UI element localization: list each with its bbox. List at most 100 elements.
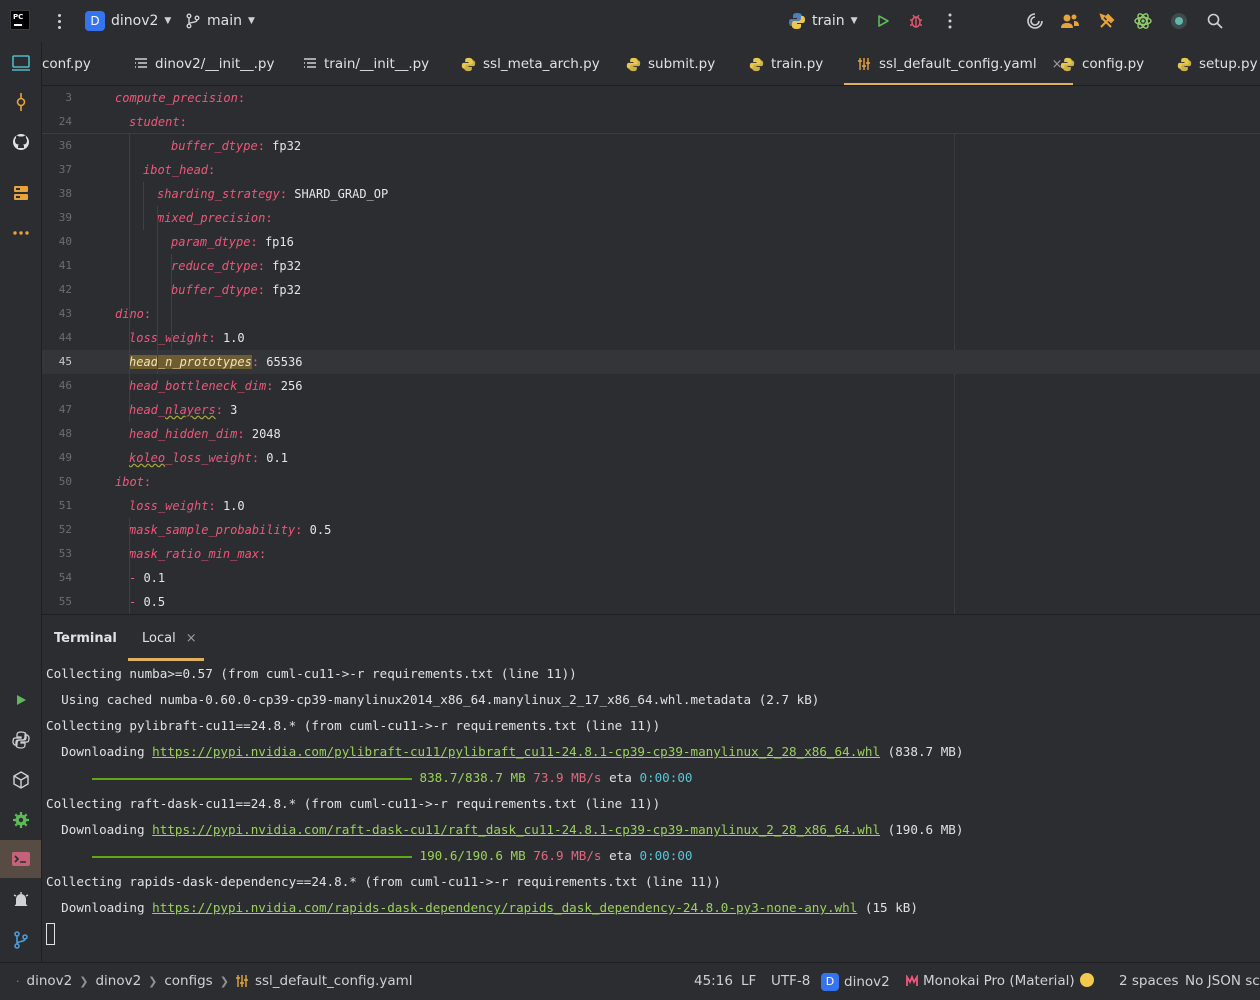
code-line[interactable]: 24 student: — [42, 110, 1260, 134]
code-line[interactable]: 51 loss_weight: 1.0 — [42, 494, 1260, 518]
yaml-value: fp32 — [272, 283, 302, 297]
project-view-icon[interactable] — [9, 51, 33, 75]
download-speed: 76.9 MB/s — [533, 848, 602, 863]
tab-dinov2-init-py[interactable]: dinov2/__init__.py — [134, 42, 274, 85]
status-dot-icon[interactable] — [1080, 973, 1094, 987]
terminal-line: Downloading https://pypi.nvidia.com/raft… — [46, 817, 963, 843]
breadcrumb-item[interactable]: dinov2 — [27, 973, 73, 989]
code-line[interactable]: 40 param_dtype: fp16 — [42, 230, 1260, 254]
breadcrumb-item[interactable]: dinov2 — [95, 973, 141, 989]
breadcrumb-item[interactable]: configs — [164, 973, 212, 989]
code-text: sharding_strategy: SHARD_GRAD_OP — [157, 182, 388, 206]
python-icon — [461, 57, 476, 72]
status-indicator-icon[interactable] — [1168, 10, 1190, 32]
colon: : — [143, 475, 152, 489]
code-editor[interactable]: 3 compute_precision: 24 student: 36 buffer_dt… — [42, 86, 1260, 614]
code-with-me-icon[interactable] — [1059, 10, 1081, 32]
code-line[interactable]: 49 koleo_loss_weight: 0.1 — [42, 446, 1260, 470]
colon: : — [257, 283, 265, 297]
run-tool-icon[interactable] — [9, 688, 33, 712]
yaml-key: koleo_loss_weight — [129, 451, 252, 465]
tab-ssl-default-config-yaml[interactable]: ssl_default_config.yaml × — [844, 42, 1072, 85]
code-line[interactable]: 38 sharding_strategy: SHARD_GRAD_OP — [42, 182, 1260, 206]
notifications-icon[interactable] — [9, 888, 33, 912]
run-icon[interactable] — [872, 10, 894, 32]
download-size: (190.6 MB) — [880, 822, 964, 837]
tab-ssl-meta-arch-py[interactable]: ssl_meta_arch.py — [461, 42, 600, 85]
python-packages-icon[interactable] — [9, 768, 33, 792]
theme-selector[interactable]: Monokai Pro (Material) — [906, 973, 1075, 989]
code-line[interactable]: 41 reduce_dtype: fp32 — [42, 254, 1260, 278]
project-selector[interactable]: D dinov2 ▼ — [85, 11, 171, 31]
breadcrumb-item[interactable]: ssl_default_config.yaml — [255, 973, 413, 989]
run-config-selector[interactable]: train ▼ — [788, 11, 858, 31]
main-menu-icon[interactable] — [54, 11, 64, 31]
interpreter-selector[interactable]: D dinov2 — [821, 973, 890, 991]
code-line[interactable]: 36 buffer_dtype: fp32 — [42, 134, 1260, 158]
yaml-key: buffer_dtype — [171, 139, 258, 153]
close-icon[interactable]: × — [186, 631, 197, 646]
tab-train-py[interactable]: train.py — [749, 42, 823, 85]
yaml-value: 1.0 — [222, 499, 245, 513]
python-console-icon[interactable] — [9, 728, 33, 752]
line-number: 37 — [58, 163, 72, 176]
download-link[interactable]: https://pypi.nvidia.com/pylibraft-cu11/p… — [152, 744, 880, 759]
code-line[interactable]: 37 ibot_head: — [42, 158, 1260, 182]
code-line[interactable]: 3 compute_precision: — [42, 86, 1260, 110]
code-line[interactable]: 50 ibot: — [42, 470, 1260, 494]
yaml-key: ibot — [115, 475, 144, 489]
debug-icon[interactable] — [905, 10, 927, 32]
indent-setting[interactable]: 2 spaces — [1119, 973, 1179, 989]
download-link[interactable]: https://pypi.nvidia.com/rapids-dask-depe… — [152, 900, 857, 915]
code-line[interactable]: 55 - 0.5 — [42, 590, 1260, 614]
code-line[interactable]: 46 head_bottleneck_dim: 256 — [42, 374, 1260, 398]
code-line[interactable]: 42 buffer_dtype: fp32 — [42, 278, 1260, 302]
atom-plugin-icon[interactable] — [1132, 10, 1154, 32]
tab-submit-py[interactable]: submit.py — [626, 42, 715, 85]
code-line[interactable]: 39 mixed_precision: — [42, 206, 1260, 230]
pycharm-logo-icon[interactable]: PC — [10, 10, 30, 30]
terminal-line: Collecting rapids-dask-dependency==24.8.… — [46, 874, 721, 889]
progress-amount: 190.6/190.6 MB — [419, 848, 526, 863]
terminal-tool-icon[interactable] — [0, 840, 41, 878]
search-icon[interactable] — [1204, 10, 1226, 32]
code-line[interactable]: 47 head_nlayers: 3 — [42, 398, 1260, 422]
code-line[interactable]: 48 head_hidden_dim: 2048 — [42, 422, 1260, 446]
tab-train-init-py[interactable]: train/__init__.py — [303, 42, 429, 85]
project-badge: D — [85, 11, 105, 31]
github-icon[interactable] — [9, 130, 33, 154]
tab-setup-py[interactable]: setup.py — [1177, 42, 1258, 85]
code-line[interactable]: 45 head_n_prototypes: 65536 — [42, 350, 1260, 374]
code-line[interactable]: 43 dino: — [42, 302, 1260, 326]
code-line[interactable]: 52 mask_sample_probability: 0.5 — [42, 518, 1260, 542]
terminal-tab-local[interactable]: Local × — [142, 631, 197, 646]
database-tool-icon[interactable] — [9, 181, 33, 205]
build-tools-icon[interactable] — [1096, 10, 1118, 32]
download-link[interactable]: https://pypi.nvidia.com/raft-dask-cu11/r… — [152, 822, 880, 837]
line-number: 40 — [58, 235, 72, 248]
more-options-icon[interactable] — [939, 10, 961, 32]
commit-icon[interactable] — [9, 90, 33, 114]
code-text: buffer_dtype: fp32 — [171, 134, 301, 158]
line-number: 44 — [58, 331, 72, 344]
ai-assistant-icon[interactable] — [1024, 10, 1046, 32]
terminal-panel[interactable]: Terminal Local × Collecting numba>=0.57 (… — [42, 614, 1260, 962]
file-encoding[interactable]: UTF-8 — [771, 973, 810, 989]
yaml-icon — [235, 975, 248, 987]
code-line[interactable]: 54 - 0.1 — [42, 566, 1260, 590]
tab-conf-py[interactable]: conf.py — [42, 42, 91, 85]
services-gear-icon[interactable] — [9, 808, 33, 832]
line-number: 39 — [58, 211, 72, 224]
line-separator[interactable]: LF — [741, 973, 756, 989]
more-tools-icon[interactable] — [9, 221, 33, 245]
branch-selector[interactable]: main ▼ — [185, 11, 255, 31]
yaml-value: 2048 — [251, 427, 281, 441]
code-line[interactable]: 44 loss_weight: 1.0 — [42, 326, 1260, 350]
json-schema[interactable]: No JSON schema — [1185, 973, 1260, 989]
code-line[interactable]: 53 mask_ratio_min_max: — [42, 542, 1260, 566]
yaml-key: mask_ratio_min_max — [129, 547, 260, 561]
yaml-value: 0.1 — [143, 571, 166, 585]
git-tool-icon[interactable] — [9, 928, 33, 952]
caret-position[interactable]: 45:16 — [694, 973, 733, 989]
tab-config-py[interactable]: config.py — [1060, 42, 1144, 85]
